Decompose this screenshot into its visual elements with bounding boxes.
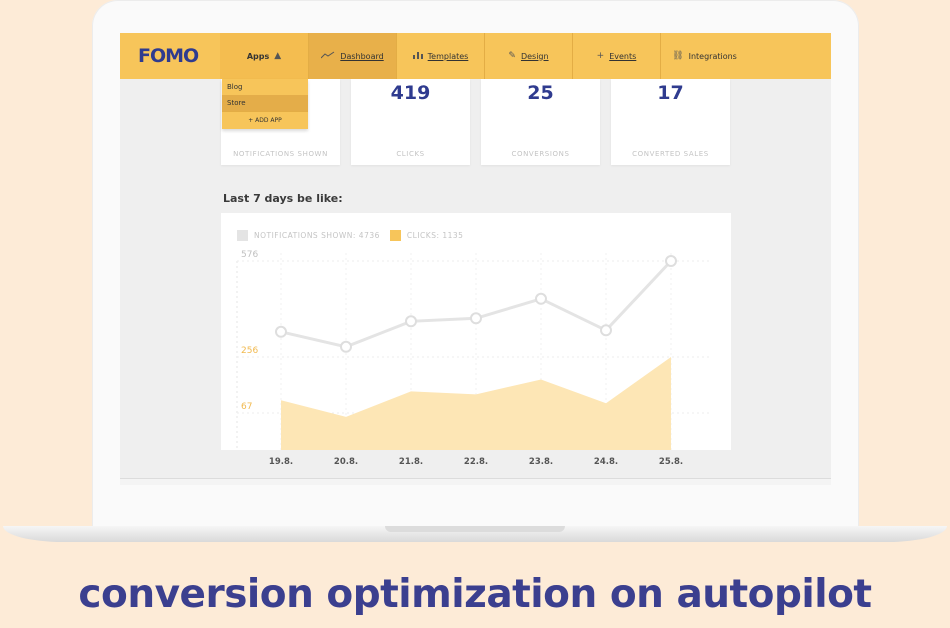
legend-swatch-notifications: [237, 230, 248, 241]
stat-value: 25: [527, 82, 554, 104]
screen-footer: [120, 478, 831, 485]
section-title: Last 7 days be like:: [223, 192, 343, 205]
nav-design[interactable]: ✎ Design: [484, 33, 572, 79]
plus-icon: +: [596, 51, 605, 61]
notifications-point: [470, 312, 482, 325]
y-tick-label: 256: [241, 346, 258, 356]
stat-caption: NOTIFICATIONS SHOWN: [233, 150, 328, 158]
legend-label-clicks: CLICKS: 1135: [406, 231, 464, 240]
app-screen: FOMO Apps ▲ Dashboard Templates ✎ Design…: [120, 33, 831, 485]
notifications-point: [275, 325, 287, 338]
x-tick-label: 22.8.: [463, 457, 489, 467]
x-tick-label: 23.8.: [528, 457, 554, 467]
stat-caption: CONVERTED SALES: [632, 150, 709, 158]
chart-panel: 67 256 576 NOTIFICATIONS SHOWN: 4736 CLICK…: [221, 213, 731, 450]
stat-value: 419: [390, 82, 431, 104]
y-tick-label: 67: [241, 402, 252, 412]
stat-caption: CLICKS: [396, 150, 425, 158]
notifications-point: [405, 315, 417, 328]
stat-caption: CONVERSIONS: [511, 150, 570, 158]
nav-events[interactable]: + Events: [572, 33, 660, 79]
stat-card-clicks: 419 CLICKS: [351, 79, 470, 165]
notifications-point: [340, 340, 352, 353]
legend-notifications[interactable]: NOTIFICATIONS SHOWN: 4736: [237, 230, 380, 241]
apps-menu-button[interactable]: Apps ▲: [220, 33, 308, 79]
x-tick-label: 24.8.: [593, 457, 619, 467]
nav-integrations[interactable]: ⛓ Integrations: [660, 33, 748, 79]
x-tick-label: 20.8.: [333, 457, 359, 467]
nav-integrations-label: Integrations: [688, 51, 737, 61]
x-tick-label: 25.8.: [658, 457, 684, 467]
caret-up-icon: ▲: [274, 51, 282, 61]
stat-card-converted-sales: 17 CONVERTED SALES: [611, 79, 730, 165]
nav-dashboard[interactable]: Dashboard: [308, 33, 396, 79]
notifications-point: [600, 324, 612, 337]
top-nav: FOMO Apps ▲ Dashboard Templates ✎ Design…: [120, 33, 831, 79]
x-tick-label: 21.8.: [398, 457, 424, 467]
dropdown-item-store[interactable]: Store: [222, 95, 308, 111]
chart-legend: NOTIFICATIONS SHOWN: 4736 CLICKS: 1135: [237, 230, 463, 241]
add-app-button[interactable]: + ADD APP: [222, 111, 308, 129]
stat-value: 17: [657, 82, 684, 104]
nav-design-label: Design: [520, 51, 549, 61]
legend-swatch-clicks: [389, 230, 401, 241]
legend-clicks[interactable]: CLICKS: 1135: [389, 230, 464, 241]
trend-icon: [320, 51, 335, 62]
nav-templates-label: Templates: [427, 51, 469, 61]
nav-events-label: Events: [609, 51, 637, 61]
notifications-point: [665, 255, 677, 267]
apps-label: Apps: [246, 51, 270, 61]
nav-dashboard-label: Dashboard: [340, 51, 384, 61]
edit-icon: ✎: [508, 51, 516, 61]
clicks-area: [281, 357, 671, 450]
y-tick-label: 576: [241, 250, 258, 260]
legend-label-notifications: NOTIFICATIONS SHOWN: 4736: [254, 231, 380, 240]
line-chart: 67 256 576: [236, 250, 711, 450]
apps-dropdown: Blog Store + ADD APP: [222, 79, 308, 129]
notifications-point: [535, 292, 547, 305]
x-tick-label: 19.8.: [268, 457, 294, 467]
nav-templates[interactable]: Templates: [396, 33, 484, 79]
laptop-notch: [385, 526, 565, 532]
logo[interactable]: FOMO: [120, 33, 220, 79]
stat-card-conversions: 25 CONVERSIONS: [481, 79, 600, 165]
tagline: conversion optimization on autopilot: [78, 572, 872, 617]
link-icon: ⛓: [672, 51, 684, 61]
dropdown-item-blog[interactable]: Blog: [222, 79, 308, 95]
bars-icon: [412, 51, 423, 62]
